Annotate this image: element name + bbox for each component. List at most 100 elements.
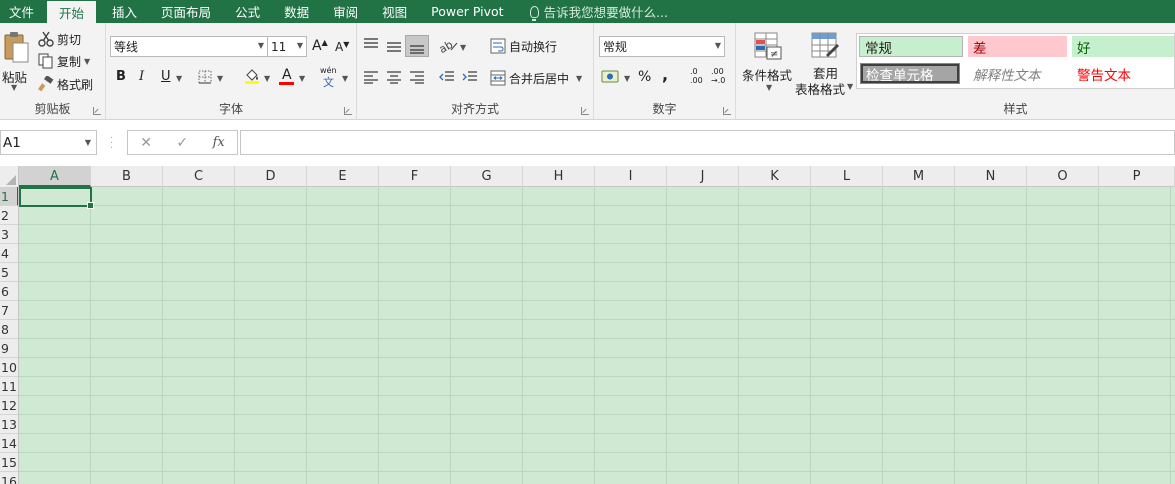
decrease-decimal-button[interactable]: .00 →.0 <box>711 67 733 89</box>
font-launcher-icon[interactable] <box>344 107 352 115</box>
underline-chevron-down-icon[interactable]: ▼ <box>176 74 182 83</box>
active-cell-a1[interactable] <box>19 187 94 209</box>
name-box-chevron-down-icon[interactable]: ▼ <box>85 138 91 147</box>
style-explanatory-text[interactable]: 解释性文本 <box>968 63 1067 84</box>
paste-button[interactable]: 粘贴 ▼ <box>2 31 30 92</box>
orientation-icon[interactable]: ab <box>439 39 459 53</box>
row-header-8[interactable]: 8 <box>0 320 18 339</box>
number-format-select[interactable]: 常规 ▼ <box>599 36 725 57</box>
italic-button[interactable]: I <box>139 69 144 84</box>
format-as-table-button[interactable]: 套用 表格格式 ▼ <box>794 31 856 97</box>
number-launcher-icon[interactable] <box>723 107 731 115</box>
style-bad[interactable]: 差 <box>968 36 1067 57</box>
column-header-l[interactable]: L <box>811 166 883 187</box>
orientation-chevron-down-icon[interactable]: ▼ <box>460 43 466 52</box>
underline-button[interactable]: U <box>161 69 171 84</box>
column-header-f[interactable]: F <box>379 166 451 187</box>
column-header-c[interactable]: C <box>163 166 235 187</box>
shrink-font-button[interactable]: A▼ <box>335 40 349 54</box>
fill-color-chevron-down-icon[interactable]: ▼ <box>264 74 270 83</box>
column-header-g[interactable]: G <box>451 166 523 187</box>
tab-view[interactable]: 视图 <box>370 0 419 23</box>
copy-button[interactable]: 复制 ▼ <box>38 51 90 71</box>
accounting-format-icon[interactable] <box>601 69 621 85</box>
style-warning-text[interactable]: 警告文本 <box>1072 63 1174 84</box>
align-center-icon[interactable] <box>386 70 402 84</box>
enter-icon[interactable]: ✓ <box>176 135 188 151</box>
formula-input[interactable] <box>240 130 1175 155</box>
tab-page-layout[interactable]: 页面布局 <box>149 0 223 23</box>
style-good[interactable]: 好 <box>1072 36 1174 57</box>
column-header-a[interactable]: A <box>19 166 91 187</box>
row-header-13[interactable]: 13 <box>0 415 18 434</box>
decrease-indent-icon[interactable] <box>439 70 455 84</box>
font-color-chevron-down-icon[interactable]: ▼ <box>299 74 305 83</box>
increase-indent-icon[interactable] <box>462 70 478 84</box>
column-header-j[interactable]: J <box>667 166 739 187</box>
wrap-text-button[interactable]: 自动换行 <box>490 36 557 56</box>
row-header-12[interactable]: 12 <box>0 396 18 415</box>
style-check-cell[interactable]: 检查单元格 <box>860 63 960 84</box>
row-header-15[interactable]: 15 <box>0 453 18 472</box>
row-header-3[interactable]: 3 <box>0 225 18 244</box>
insert-function-icon[interactable]: fx <box>213 135 225 150</box>
row-header-14[interactable]: 14 <box>0 434 18 453</box>
comma-button[interactable]: , <box>662 65 668 84</box>
fill-color-button[interactable] <box>244 67 260 88</box>
row-header-2[interactable]: 2 <box>0 206 18 225</box>
row-header-5[interactable]: 5 <box>0 263 18 282</box>
column-header-o[interactable]: O <box>1027 166 1099 187</box>
cancel-icon[interactable]: ✕ <box>140 135 152 151</box>
column-header-b[interactable]: B <box>91 166 163 187</box>
align-right-icon[interactable] <box>409 70 425 84</box>
phonetic-chevron-down-icon[interactable]: ▼ <box>342 74 348 83</box>
font-color-button[interactable]: A <box>279 67 295 85</box>
column-header-m[interactable]: M <box>883 166 955 187</box>
font-size-select[interactable]: 11 ▼ <box>267 36 307 57</box>
percent-button[interactable]: % <box>638 69 651 85</box>
align-left-icon[interactable] <box>363 70 379 84</box>
row-header-9[interactable]: 9 <box>0 339 18 358</box>
align-middle-icon[interactable] <box>386 39 402 53</box>
conditional-formatting-button[interactable]: ≠ 条件格式 ▼ <box>740 31 796 97</box>
style-normal[interactable]: 常规 <box>859 36 963 57</box>
tab-power-pivot[interactable]: Power Pivot <box>419 0 515 23</box>
row-header-11[interactable]: 11 <box>0 377 18 396</box>
merge-center-button[interactable]: 合并后居中 ▼ <box>490 68 582 88</box>
bold-button[interactable]: B <box>116 69 126 84</box>
tab-insert[interactable]: 插入 <box>96 0 149 23</box>
borders-button[interactable] <box>198 70 212 87</box>
column-header-e[interactable]: E <box>307 166 379 187</box>
column-header-i[interactable]: I <box>595 166 667 187</box>
name-box[interactable]: A1 ▼ <box>0 130 97 155</box>
phonetic-guide-button[interactable]: wén 文 <box>320 66 338 89</box>
align-bottom-button[interactable] <box>405 35 429 57</box>
cut-button[interactable]: 剪切 <box>38 29 81 49</box>
borders-chevron-down-icon[interactable]: ▼ <box>217 74 223 83</box>
column-header-p[interactable]: P <box>1099 166 1175 187</box>
align-top-icon[interactable] <box>363 37 379 51</box>
format-painter-button[interactable]: 格式刷 <box>38 74 93 94</box>
tab-file[interactable]: 文件 <box>0 0 43 23</box>
column-header-n[interactable]: N <box>955 166 1027 187</box>
increase-decimal-button[interactable]: .0 .00 <box>690 67 710 89</box>
column-header-k[interactable]: K <box>739 166 811 187</box>
accounting-chevron-down-icon[interactable]: ▼ <box>624 74 630 83</box>
grow-font-button[interactable]: A▲ <box>312 38 328 54</box>
tell-me-box[interactable]: 告诉我您想要做什么... <box>516 0 668 23</box>
column-header-d[interactable]: D <box>235 166 307 187</box>
row-header-1[interactable]: 1 <box>0 187 18 206</box>
select-all-button[interactable] <box>0 166 19 187</box>
clipboard-launcher-icon[interactable] <box>93 107 101 115</box>
tab-data[interactable]: 数据 <box>272 0 321 23</box>
alignment-launcher-icon[interactable] <box>581 107 589 115</box>
row-header-7[interactable]: 7 <box>0 301 18 320</box>
row-header-4[interactable]: 4 <box>0 244 18 263</box>
row-header-16[interactable]: 16 <box>0 472 18 484</box>
tab-review[interactable]: 审阅 <box>321 0 370 23</box>
tab-formulas[interactable]: 公式 <box>223 0 272 23</box>
tab-home[interactable]: 开始 <box>47 1 97 23</box>
row-header-6[interactable]: 6 <box>0 282 18 301</box>
cells-area[interactable] <box>19 187 1175 484</box>
column-header-h[interactable]: H <box>523 166 595 187</box>
